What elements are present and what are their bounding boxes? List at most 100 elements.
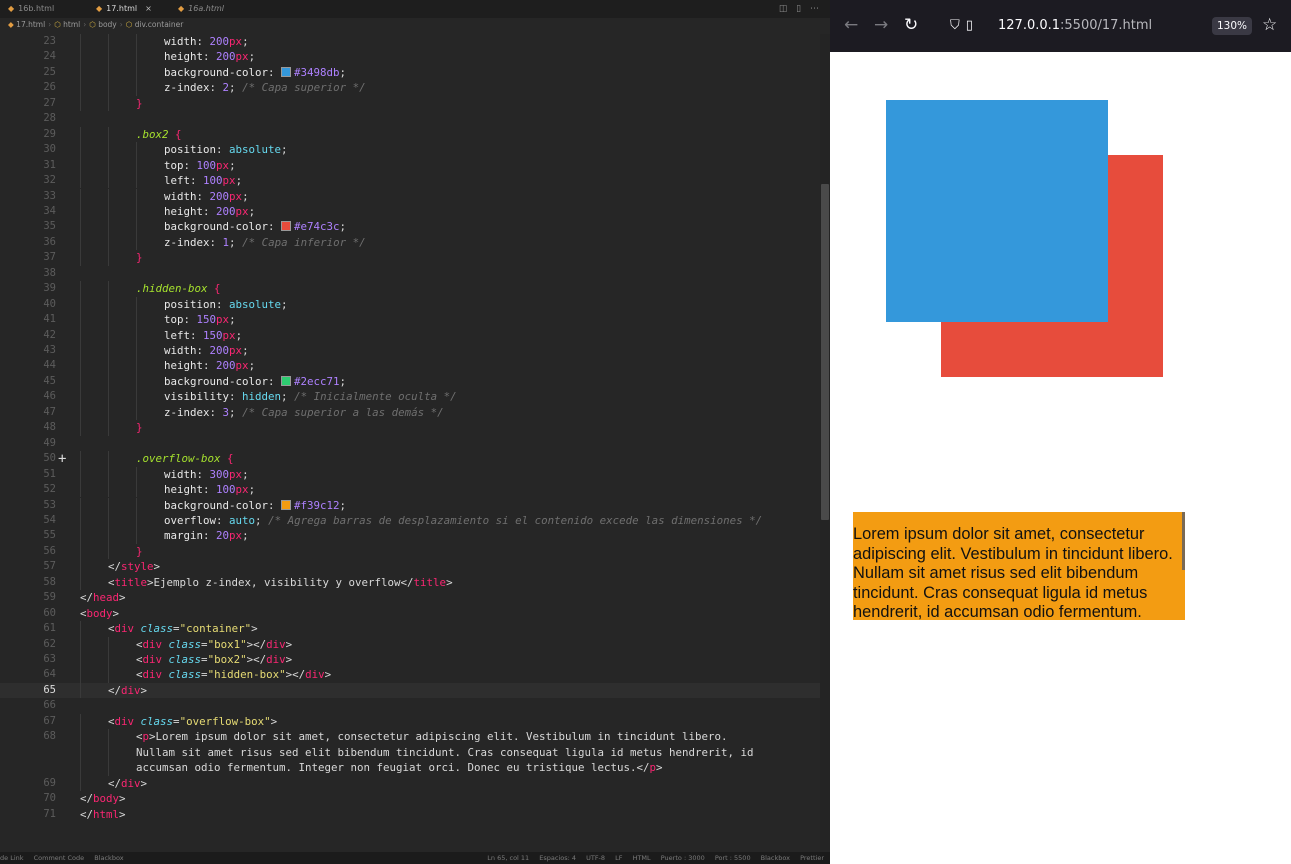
code-text: background-color: #3498db; [164, 65, 347, 79]
code-line[interactable]: 60 <body> [0, 606, 820, 621]
code-line[interactable]: 28 [0, 111, 820, 126]
arrow-right-icon[interactable]: → [874, 15, 888, 35]
add-comment-icon[interactable]: + [58, 452, 66, 466]
code-line[interactable]: 25 background-color: #3498db; [0, 64, 820, 81]
reload-icon[interactable]: ↻ [904, 15, 918, 35]
code-line[interactable]: 53 background-color: #f39c12; [0, 497, 820, 513]
line-number: 53 [43, 498, 56, 511]
editor-scrollbar-thumb[interactable] [821, 184, 829, 520]
code-line[interactable]: 37} [0, 250, 820, 266]
code-line[interactable]: 44 height: 200px; [0, 358, 820, 374]
code-line[interactable]: 33 width: 200px; [0, 188, 820, 204]
code-line[interactable]: 47 z-index: 3; /* Capa superior a las dem… [0, 404, 820, 421]
star-icon[interactable]: ☆ [1262, 15, 1277, 35]
code-line[interactable]: 45 background-color: #2ecc71; [0, 373, 820, 390]
code-line[interactable]: 50 .overflow-box { [0, 451, 820, 467]
code-line[interactable]: 46 visibility: hidden; /* Inicialmente oc… [0, 389, 820, 405]
code-line[interactable]: 32 left: 100px; [0, 173, 820, 189]
code-line[interactable]: 61 <div class="container"> [0, 621, 820, 637]
code-line[interactable]: 66 [0, 698, 820, 713]
zoom-level-badge[interactable]: 130% [1212, 17, 1252, 35]
address-bar[interactable]: ⛉▯ 127.0.0.1:5500/17.html 130% ☆ [940, 12, 1280, 40]
status-bar: de Link Comment Code Blackbox Ln 65, col… [0, 852, 830, 864]
line-number: 71 [43, 807, 56, 820]
code-line[interactable]: 41 top: 150px; [0, 312, 820, 328]
overflow-scrollbar[interactable] [1182, 512, 1185, 570]
close-icon[interactable]: × [145, 4, 152, 13]
code-line[interactable]: 56} [0, 543, 820, 560]
status-eol[interactable]: LF [615, 854, 622, 862]
split-editor-icon[interactable]: ◫ ▯ ⋯ [779, 0, 822, 18]
code-line[interactable]: 42 left: 150px; [0, 327, 820, 343]
code-line[interactable]: 59 </head> [0, 590, 820, 605]
code-line[interactable]: 54 overflow: auto; /* Agrega barras de de… [0, 512, 820, 529]
status-item[interactable]: Blackbox [761, 854, 790, 862]
color-swatch-icon[interactable] [281, 499, 292, 510]
code-text: accumsan odio fermentum. Integer non feu… [136, 761, 663, 775]
code-line[interactable]: 31 top: 100px; [0, 157, 820, 174]
code-line[interactable]: 52 height: 100px; [0, 482, 820, 498]
code-line[interactable]: 34 height: 200px; [0, 203, 820, 220]
status-item[interactable]: Comment Code [34, 854, 85, 862]
page-viewport[interactable]: Lorem ipsum dolor sit amet, consectetur … [830, 52, 1291, 864]
code-area[interactable]: 23 width: 200px; 24 height: 200px; 25 backgro… [0, 34, 820, 850]
code-line[interactable]: 27} [0, 95, 820, 112]
code-line[interactable]: 68 <p>Lorem ipsum dolor sit amet, consect… [0, 729, 820, 745]
indent-guide [108, 358, 109, 374]
code-line[interactable]: 39 .hidden-box { [0, 281, 820, 297]
overflow-box[interactable]: Lorem ipsum dolor sit amet, consectetur … [853, 512, 1185, 620]
arrow-left-icon[interactable]: ← [844, 15, 858, 35]
code-line[interactable]: 23 width: 200px; [0, 34, 820, 50]
code-line[interactable]: 30 position: absolute; [0, 142, 820, 158]
status-port[interactable]: Puerto : 3000 [661, 854, 705, 862]
code-line[interactable]: 36 z-index: 1; /* Capa inferior */ [0, 234, 820, 251]
color-swatch-icon[interactable] [281, 66, 292, 77]
code-line[interactable]: 67 <div class="overflow-box"> [0, 713, 820, 730]
code-line[interactable]: 26 z-index: 2; /* Capa superior */ [0, 80, 820, 96]
code-editor[interactable]: ◆ 16b.html ◆ 17.html × ◆ 16a.html ◫ ▯ ⋯ ◆ 17… [0, 0, 830, 864]
tab-16a[interactable]: ◆ 16a.html [178, 0, 224, 18]
shield-icon[interactable]: ⛉ [950, 18, 966, 33]
code-line[interactable]: 69 </div> [0, 775, 820, 792]
code-line[interactable]: 48} [0, 420, 820, 436]
code-line[interactable]: Nullam sit amet risus sed elit bibendum … [0, 744, 820, 761]
tab-16b[interactable]: ◆ 16b.html [8, 0, 54, 18]
code-line[interactable]: accumsan odio fermentum. Integer non feu… [0, 760, 820, 776]
status-item[interactable]: de Link [0, 854, 24, 862]
breadcrumb-item[interactable]: html [63, 20, 80, 29]
code-line[interactable]: 24 height: 200px; [0, 49, 820, 65]
status-language[interactable]: HTML [633, 854, 651, 862]
code-line[interactable]: 43 width: 200px; [0, 343, 820, 359]
code-text: height: 100px; [164, 483, 256, 497]
code-line[interactable]: 51 width: 300px; [0, 466, 820, 483]
code-line[interactable]: 40 position: absolute; [0, 296, 820, 313]
code-line[interactable]: 35 background-color: #e74c3c; [0, 219, 820, 235]
code-line[interactable]: 58 <title>Ejemplo z-index, visibility y o… [0, 574, 820, 591]
code-line[interactable]: 63 <div class="box2"></div> [0, 652, 820, 668]
element-icon: ⬡ [125, 20, 133, 29]
code-line[interactable]: 55 margin: 20px; [0, 528, 820, 544]
tab-17[interactable]: ◆ 17.html × [96, 0, 152, 18]
code-line[interactable]: 70 </body> [0, 791, 820, 806]
url-text[interactable]: 127.0.0.1:5500/17.html [998, 18, 1152, 34]
code-text: top: 150px; [164, 313, 236, 327]
status-cursor-position[interactable]: Ln 65, col 11 [487, 854, 529, 862]
status-indentation[interactable]: Espacios: 4 [539, 854, 576, 862]
breadcrumb-item[interactable]: 17.html [16, 20, 45, 29]
code-line[interactable]: 29 .box2 { [0, 126, 820, 143]
color-swatch-icon[interactable] [281, 221, 292, 232]
breadcrumb-item[interactable]: div.container [135, 20, 184, 29]
status-encoding[interactable]: UTF-8 [586, 854, 605, 862]
code-line[interactable]: 64 <div class="hidden-box"></div> [0, 667, 820, 683]
code-line[interactable]: 57 </style> [0, 559, 820, 575]
code-line[interactable]: 38 [0, 266, 820, 281]
color-swatch-icon[interactable] [281, 375, 292, 386]
code-line[interactable]: 62 <div class="box1"></div> [0, 636, 820, 652]
code-line[interactable]: 65 </div> [0, 682, 820, 699]
code-line[interactable]: 71 </html> [0, 807, 820, 822]
breadcrumb-item[interactable]: body [98, 20, 117, 29]
code-line[interactable]: 49 [0, 436, 820, 451]
status-prettier[interactable]: Prettier [800, 854, 824, 862]
status-item[interactable]: Blackbox [94, 854, 123, 862]
status-live-server[interactable]: Port : 5500 [715, 854, 751, 862]
